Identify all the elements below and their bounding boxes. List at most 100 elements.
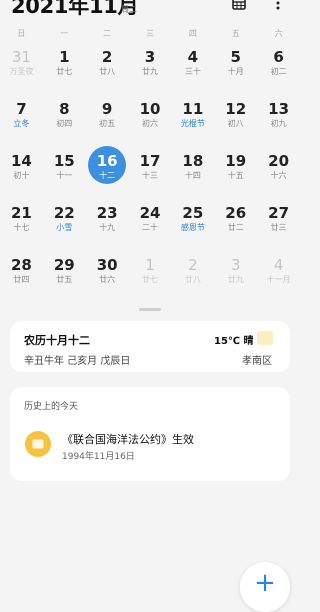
day-cell[interactable]: 1 廿七 bbox=[129, 253, 172, 305]
lunar-label: 廿三 bbox=[270, 223, 287, 232]
day-cell[interactable]: 8 初四 bbox=[43, 97, 86, 149]
day-cell[interactable]: 26 廿二 bbox=[214, 201, 257, 253]
weather-text: 15℃ 晴 bbox=[214, 336, 254, 347]
week-row: 7 立冬 8 初四 9 初五 10 初六 11 光棍节 12 初八 13 初九 bbox=[0, 97, 300, 149]
weekday-label: 六 bbox=[274, 29, 283, 38]
month-title[interactable]: 2021年11月 bbox=[11, 0, 139, 20]
lunar-label: 廿六 bbox=[99, 275, 116, 284]
lunar-label: 十二 bbox=[99, 171, 116, 180]
day-cell[interactable]: 3 廿九 bbox=[214, 253, 257, 305]
day-cell-today[interactable]: 16 十二 bbox=[86, 146, 129, 201]
lunar-label: 初十 bbox=[13, 171, 30, 180]
history-card[interactable]: 历史上的今天 《联合国海洋法公约》生效 1994年11月16日 bbox=[10, 387, 290, 481]
lunar-label: 光棍节 bbox=[180, 119, 205, 128]
lunar-label: 三十 bbox=[184, 67, 201, 76]
day-number: 12 bbox=[225, 100, 247, 118]
lunar-label: 初四 bbox=[56, 119, 73, 128]
lunar-label: 小雪 bbox=[56, 223, 73, 232]
weekday-label: 三 bbox=[146, 29, 154, 38]
lunar-label: 十四 bbox=[184, 171, 201, 180]
day-cell[interactable]: 4 三十 bbox=[171, 45, 214, 97]
day-number: 30 bbox=[96, 256, 118, 274]
day-number: 24 bbox=[139, 204, 161, 222]
day-cell[interactable]: 19 十五 bbox=[214, 149, 257, 201]
day-cell[interactable]: 31 万圣夜 bbox=[0, 45, 43, 97]
day-cell[interactable]: 9 初五 bbox=[86, 97, 129, 149]
day-cell[interactable]: 11 光棍节 bbox=[171, 97, 214, 149]
lunar-label: 初八 bbox=[227, 119, 244, 128]
day-number: 28 bbox=[10, 256, 32, 274]
day-cell[interactable]: 27 廿三 bbox=[257, 201, 300, 253]
day-cell[interactable]: 7 立冬 bbox=[0, 97, 43, 149]
day-cell[interactable]: 21 十七 bbox=[0, 201, 43, 253]
event-date: 1994年11月16日 bbox=[62, 452, 135, 462]
weekday-label: 二 bbox=[103, 29, 112, 38]
day-number: 19 bbox=[225, 152, 247, 170]
calendar-icon[interactable] bbox=[231, 0, 247, 11]
week-row: 31 万圣夜 1 廿七 2 廿八 3 廿九 4 三十 5 十月 6 初二 bbox=[0, 45, 300, 97]
day-cell[interactable]: 3 廿九 bbox=[129, 45, 172, 97]
day-number: 2 bbox=[188, 256, 198, 274]
day-cell[interactable]: 5 十月 bbox=[214, 45, 257, 97]
lunar-label: 十三 bbox=[142, 171, 158, 180]
day-cell[interactable]: 13 初九 bbox=[257, 97, 300, 149]
add-event-button[interactable]: + bbox=[240, 562, 290, 612]
day-cell[interactable]: 2 廿八 bbox=[86, 45, 129, 97]
event-title[interactable]: 《联合国海洋法公约》生效 bbox=[62, 431, 194, 447]
lunar-label: 初六 bbox=[142, 119, 158, 128]
day-number: 1 bbox=[59, 48, 70, 66]
day-number: 9 bbox=[101, 100, 113, 118]
more-options-icon[interactable] bbox=[270, 0, 286, 11]
day-number: 27 bbox=[268, 204, 290, 222]
day-cell[interactable]: 12 初八 bbox=[214, 97, 257, 149]
weekday-label: 四 bbox=[188, 29, 197, 38]
lunar-label: 初五 bbox=[99, 119, 116, 128]
lunar-label: 十一月 bbox=[266, 275, 291, 284]
day-number: 4 bbox=[273, 256, 284, 274]
day-cell[interactable]: 1 廿七 bbox=[43, 45, 86, 97]
day-number: 29 bbox=[53, 256, 75, 274]
day-cell[interactable]: 15 十一 bbox=[43, 149, 86, 201]
day-cell[interactable]: 29 廿五 bbox=[43, 253, 86, 305]
day-cell[interactable]: 14 初十 bbox=[0, 149, 43, 201]
day-cell[interactable]: 17 十三 bbox=[129, 149, 172, 201]
ganzhi-text: 辛丑牛年 己亥月 戊辰日 bbox=[24, 356, 131, 367]
lunar-label: 二十 bbox=[142, 223, 158, 232]
day-cell[interactable]: 4 十一月 bbox=[257, 253, 300, 305]
drag-handle[interactable] bbox=[139, 308, 161, 311]
day-cell[interactable]: 20 十六 bbox=[257, 149, 300, 201]
day-number: 18 bbox=[182, 152, 204, 170]
day-cell[interactable]: 30 廿六 bbox=[86, 253, 129, 305]
week-row: 28 廿四 29 廿五 30 廿六 1 廿七 2 廿八 3 廿九 4 十一月 bbox=[0, 253, 300, 305]
day-number: 21 bbox=[10, 204, 32, 222]
lunar-info-card[interactable]: 农历十月十二 辛丑牛年 己亥月 戊辰日 15℃ 晴 孝南区 bbox=[10, 321, 290, 372]
lunar-label: 廿五 bbox=[56, 275, 73, 284]
day-cell[interactable]: 2 廿八 bbox=[171, 253, 214, 305]
sun-icon bbox=[257, 331, 273, 345]
day-number: 14 bbox=[10, 152, 32, 170]
day-cell[interactable]: 25 感恩节 bbox=[171, 201, 214, 253]
day-number: 16 bbox=[96, 152, 118, 170]
day-cell[interactable]: 6 初二 bbox=[257, 45, 300, 97]
lunar-label: 十五 bbox=[227, 171, 244, 180]
lunar-label: 立冬 bbox=[13, 119, 30, 128]
lunar-label: 十月 bbox=[227, 67, 244, 76]
day-cell[interactable]: 24 二十 bbox=[129, 201, 172, 253]
day-number: 2 bbox=[101, 48, 113, 66]
lunar-label: 廿七 bbox=[56, 67, 73, 76]
day-number: 1 bbox=[145, 256, 155, 274]
day-cell[interactable]: 10 初六 bbox=[129, 97, 172, 149]
day-cell[interactable]: 28 廿四 bbox=[0, 253, 43, 305]
day-number: 15 bbox=[53, 152, 75, 170]
day-number: 3 bbox=[230, 256, 241, 274]
day-cell[interactable]: 22 小雪 bbox=[43, 201, 86, 253]
day-number: 8 bbox=[59, 100, 70, 118]
day-number: 3 bbox=[144, 48, 156, 66]
day-cell[interactable]: 23 十九 bbox=[86, 201, 129, 253]
lunar-label: 廿二 bbox=[227, 223, 244, 232]
calendar-grid: 31 万圣夜 1 廿七 2 廿八 3 廿九 4 三十 5 十月 6 初二 7 立冬 8 初四 9 初五 10 初六 11 光棍… bbox=[0, 45, 300, 305]
lunar-label: 十七 bbox=[13, 223, 30, 232]
day-cell[interactable]: 18 十四 bbox=[171, 149, 214, 201]
day-number: 17 bbox=[139, 152, 161, 170]
plus-icon: + bbox=[254, 568, 276, 598]
